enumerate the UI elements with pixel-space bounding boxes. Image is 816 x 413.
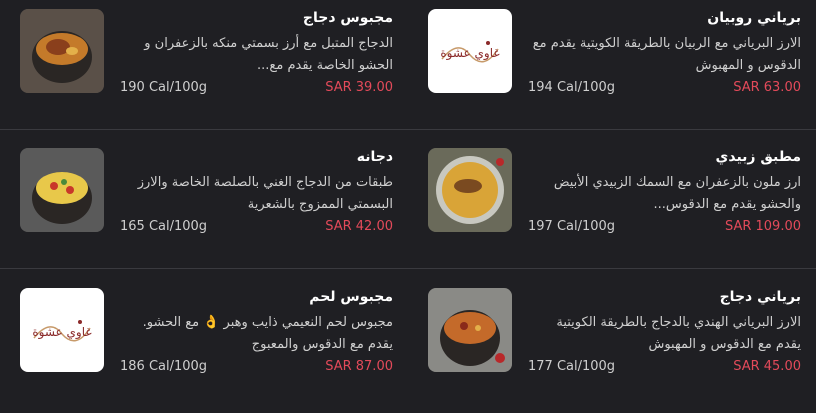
item-photo (428, 288, 512, 372)
item-price: SAR 45.00 (733, 359, 801, 374)
item-calories: 165 Cal/100g (120, 219, 208, 234)
item-description: الارز البرياني مع الربيان بالطريقة الكوي… (532, 36, 801, 73)
item-calories: 177 Cal/100g (528, 359, 616, 374)
menu-grid: غاوي عشوة برياني روبيان الارز البرياني م… (0, 0, 816, 402)
menu-item-card[interactable]: غاوي عشوة مجبوس لحم مجبوس لحم النعيمي ذا… (0, 279, 408, 413)
item-calories: 194 Cal/100g (528, 80, 616, 95)
item-price: SAR 87.00 (325, 359, 393, 374)
row-divider (0, 129, 816, 130)
restaurant-logo: غاوي عشوة (20, 288, 104, 372)
row-divider (0, 268, 816, 269)
item-price: SAR 63.00 (733, 80, 801, 95)
item-calories: 197 Cal/100g (528, 219, 616, 234)
item-description: مجبوس لحم النعيمي ذايب وهبر 👌 مع الحشو. … (142, 315, 393, 352)
item-title: مجبوس لحم (309, 289, 393, 305)
item-title: برياني دجاج (719, 289, 801, 305)
item-photo (428, 148, 512, 232)
item-description: ارز ملون بالزعفران مع السمك الزبيدي الأب… (553, 175, 801, 212)
item-calories: 190 Cal/100g (120, 80, 208, 95)
item-description: الدجاج المتبل مع أرز بسمتي منكه بالزعفرا… (144, 36, 393, 73)
menu-item-card[interactable]: مجبوس دجاج الدجاج المتبل مع أرز بسمتي من… (0, 0, 408, 134)
item-title: برياني روبيان (707, 10, 801, 26)
item-price: SAR 42.00 (325, 219, 393, 234)
menu-item-card[interactable]: غاوي عشوة برياني روبيان الارز البرياني م… (408, 0, 816, 134)
logo-text: غاوي عشوة (32, 325, 91, 340)
menu-item-card[interactable]: دجانه طبقات من الدجاج الغني بالصلصة الخا… (0, 139, 408, 273)
item-photo (20, 148, 104, 232)
item-price: SAR 109.00 (724, 219, 801, 234)
item-price: SAR 39.00 (325, 80, 393, 95)
logo-text: غاوي عشوة (440, 46, 499, 61)
menu-item-card[interactable]: برياني دجاج الارز البرياني الهندي بالدجا… (408, 279, 816, 413)
item-title: دجانه (356, 149, 393, 165)
menu-item-card[interactable]: مطبق زبيدي ارز ملون بالزعفران مع السمك ا… (408, 139, 816, 273)
item-photo (20, 9, 104, 93)
item-title: مجبوس دجاج (302, 10, 393, 26)
item-description: طبقات من الدجاج الغني بالصلصة الخاصة وال… (137, 175, 393, 212)
item-calories: 186 Cal/100g (120, 359, 208, 374)
item-title: مطبق زبيدي (715, 149, 801, 165)
item-description: الارز البرياني الهندي بالدجاج بالطريقة ا… (556, 315, 801, 352)
restaurant-logo: غاوي عشوة (428, 9, 512, 93)
